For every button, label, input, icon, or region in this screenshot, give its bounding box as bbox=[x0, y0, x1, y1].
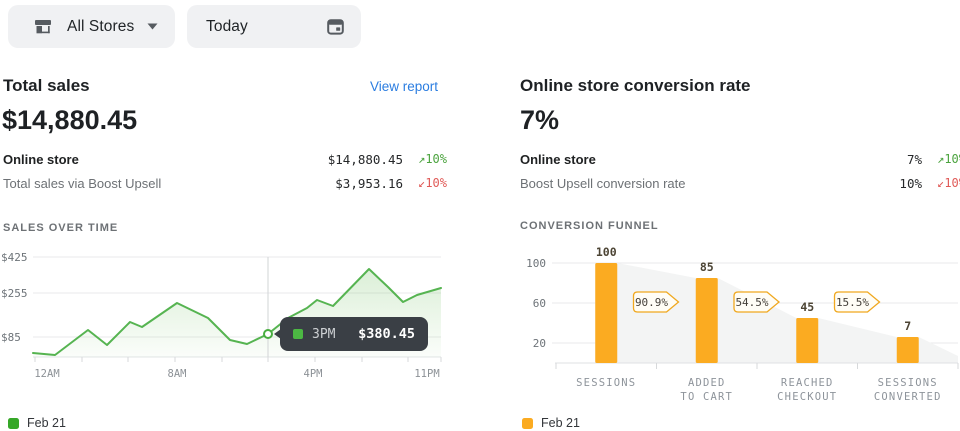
funnel-category-label: REACHED bbox=[781, 377, 834, 389]
funnel-category-label: CONVERTED bbox=[874, 391, 942, 403]
funnel-category-label: CHECKOUT bbox=[777, 391, 837, 403]
funnel-value-label: 45 bbox=[800, 300, 814, 314]
conversion-funnel-title: CONVERSION FUNNEL bbox=[520, 220, 659, 232]
metric-label: Boost Upsell conversion rate bbox=[520, 176, 685, 191]
funnel-category-label: ADDED bbox=[688, 377, 726, 389]
funnel-legend: Feb 21 bbox=[522, 416, 580, 430]
funnel-bar bbox=[897, 337, 919, 363]
funnel-value-label: 7 bbox=[904, 319, 911, 333]
funnel-chart-svg: 100 60 20 100 85 45 7 90.9% 54.5% 15.5% SESSIONS AD… bbox=[518, 240, 960, 405]
conversion-value: 7% bbox=[520, 105, 559, 136]
funnel-category-label: SESSIONS bbox=[576, 377, 636, 389]
y-axis-label: 100 bbox=[526, 257, 546, 270]
metric-value: 7% bbox=[907, 152, 922, 167]
funnel-bar bbox=[595, 263, 617, 363]
conversion-rate-panel: Online store conversion rate 7% Online s… bbox=[0, 0, 960, 431]
conversion-title: Online store conversion rate bbox=[520, 76, 751, 96]
funnel-category-label: SESSIONS bbox=[878, 377, 938, 389]
analytics-dashboard: All Stores Today Total sales View report… bbox=[0, 0, 960, 431]
metric-value: 10% bbox=[899, 176, 922, 191]
legend-swatch-orange bbox=[522, 418, 533, 429]
funnel-bar bbox=[696, 278, 718, 363]
conversion-rows: Online store 7% ↗10% Boost Upsell conver… bbox=[520, 152, 960, 191]
funnel-bar bbox=[796, 318, 818, 363]
trend-delta-up: ↗10% bbox=[928, 152, 960, 167]
metric-label: Online store bbox=[520, 152, 596, 167]
conversion-badge-label: 54.5% bbox=[735, 296, 768, 309]
trend-delta-down: ↙10% bbox=[928, 176, 960, 191]
conversion-funnel-chart[interactable]: 100 60 20 100 85 45 7 90.9% 54.5% 15.5% SESSIONS AD… bbox=[518, 240, 960, 405]
y-axis-label: 20 bbox=[533, 337, 546, 350]
conversion-badge-label: 15.5% bbox=[836, 296, 869, 309]
conversion-badge-label: 90.9% bbox=[635, 296, 668, 309]
funnel-value-label: 100 bbox=[596, 245, 617, 259]
conversion-header: Online store conversion rate bbox=[520, 76, 958, 96]
funnel-value-label: 85 bbox=[700, 260, 714, 274]
funnel-category-label: TO CART bbox=[680, 391, 733, 403]
metric-row-boost-upsell-rate: Boost Upsell conversion rate 10% ↙10% bbox=[520, 176, 960, 191]
y-axis-label: 60 bbox=[533, 297, 546, 310]
legend-label: Feb 21 bbox=[541, 416, 580, 430]
metric-row-online-store-rate: Online store 7% ↗10% bbox=[520, 152, 960, 167]
